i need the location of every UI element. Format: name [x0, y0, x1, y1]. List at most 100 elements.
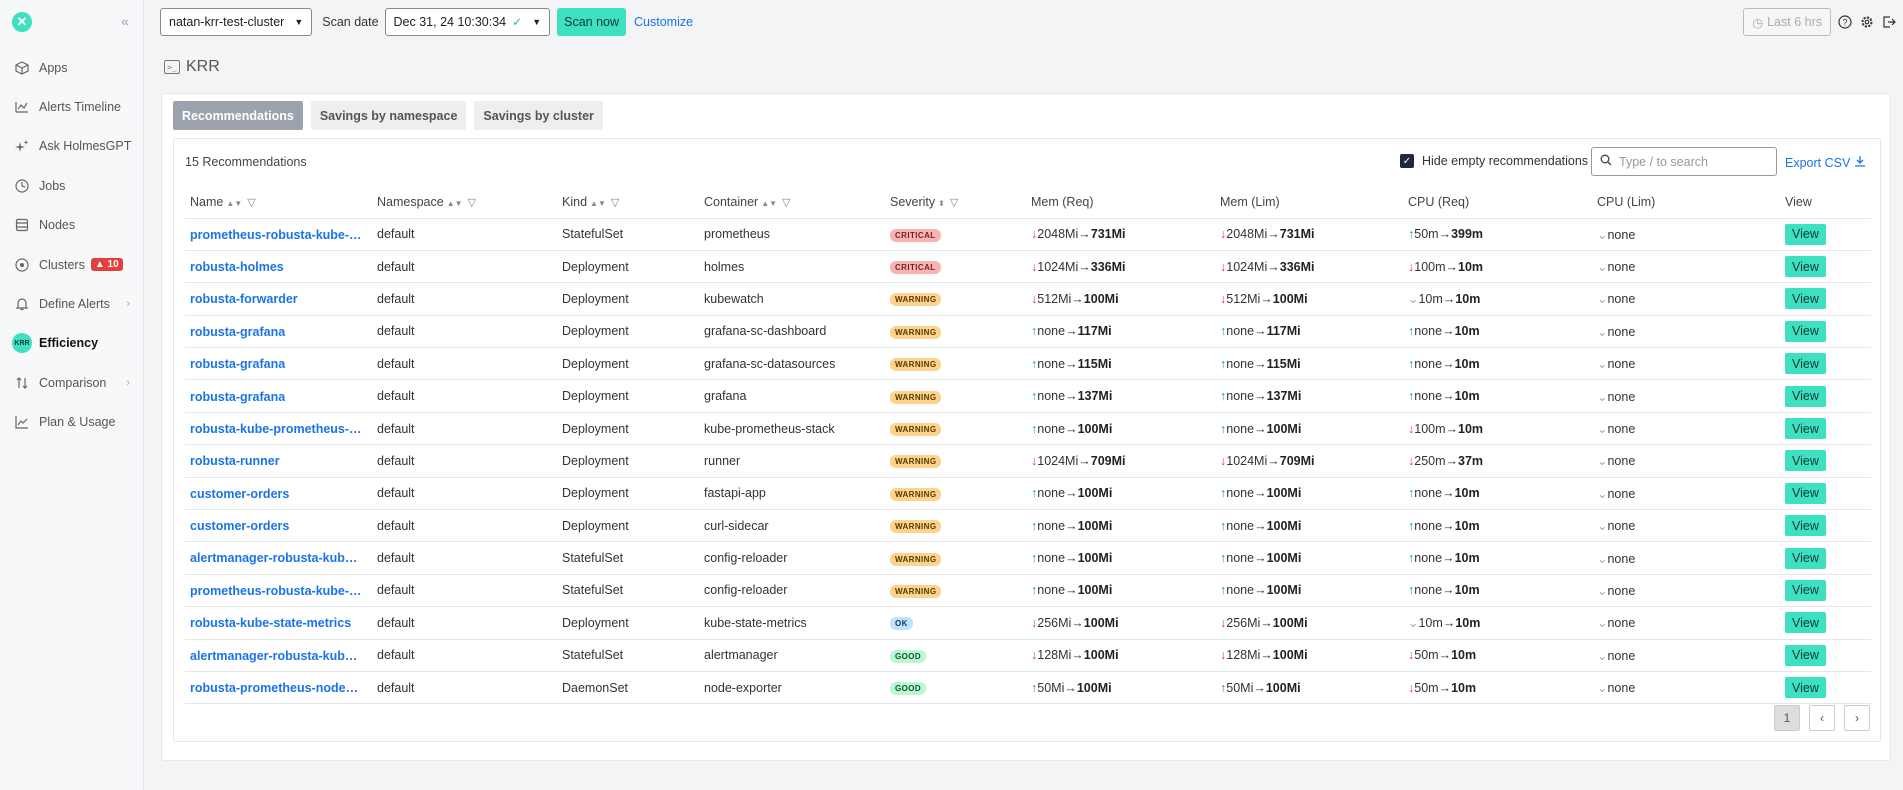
- cell-kind: Deployment: [557, 315, 699, 349]
- view-button[interactable]: View: [1785, 320, 1826, 342]
- workload-link[interactable]: robusta-forwarder: [190, 292, 298, 306]
- value-from: none: [1226, 551, 1255, 566]
- workload-link[interactable]: robusta-holmes: [190, 260, 284, 274]
- value-from: none: [1037, 551, 1066, 566]
- sidebar-item-clusters[interactable]: Clusters ▲ 10: [0, 245, 144, 284]
- column-header-container[interactable]: Container ▲▼ ▽: [699, 187, 885, 219]
- sidebar-item-label: Nodes: [39, 218, 76, 233]
- sort-icon[interactable]: ▲▼: [761, 199, 777, 208]
- sidebar-item-comparison[interactable]: Comparison ›: [0, 363, 144, 402]
- robusta-logo-icon[interactable]: ✕: [12, 12, 32, 32]
- view-button[interactable]: View: [1785, 579, 1826, 601]
- column-header-namespace[interactable]: Namespace ▲▼ ▽: [372, 187, 557, 219]
- view-button[interactable]: View: [1785, 288, 1826, 310]
- workload-link[interactable]: alertmanager-robusta-kube-...: [190, 649, 362, 663]
- view-button[interactable]: View: [1785, 256, 1826, 278]
- filter-icon[interactable]: ▽: [950, 197, 958, 209]
- sidebar-item-nodes[interactable]: Nodes: [0, 206, 144, 245]
- view-button[interactable]: View: [1785, 482, 1826, 504]
- value-to: 10m: [1454, 583, 1480, 598]
- help-icon[interactable]: ?: [1837, 14, 1853, 30]
- value-to: 100Mi: [1266, 583, 1302, 598]
- sidebar-item-apps[interactable]: Apps: [0, 48, 144, 87]
- export-csv-link[interactable]: Export CSV: [1785, 155, 1866, 170]
- tab-savings-by-namespace[interactable]: Savings by namespace: [310, 101, 467, 130]
- tab-savings-by-cluster[interactable]: Savings by cluster: [474, 101, 603, 130]
- view-button[interactable]: View: [1785, 644, 1826, 666]
- view-button[interactable]: View: [1785, 223, 1826, 245]
- view-button[interactable]: View: [1785, 353, 1826, 375]
- cell-mem-lim: ↓128Mi→100Mi: [1215, 639, 1403, 672]
- view-button[interactable]: View: [1785, 677, 1826, 699]
- arrow-right-icon: →: [1078, 227, 1091, 242]
- view-button[interactable]: View: [1785, 612, 1826, 634]
- time-range-button[interactable]: ◷ Last 6 hrs: [1743, 8, 1831, 36]
- sidebar-item-ask-holmesgpt[interactable]: Ask HolmesGPT: [0, 127, 144, 166]
- header-label: Container: [704, 195, 759, 210]
- collapse-sidebar-icon[interactable]: «: [121, 13, 129, 29]
- cell-container: grafana: [699, 379, 885, 413]
- checkbox-checked-icon[interactable]: ✓: [1400, 154, 1414, 168]
- no-change-icon: ⌄: [1597, 389, 1608, 404]
- workload-link[interactable]: alertmanager-robusta-kube-...: [190, 551, 362, 565]
- workload-link[interactable]: robusta-grafana: [190, 357, 285, 371]
- scan-date-select[interactable]: Dec 31, 24 10:30:34 ✓ ▼: [384, 8, 551, 36]
- workload-link[interactable]: customer-orders: [190, 487, 289, 501]
- arrow-right-icon: →: [1445, 453, 1459, 468]
- cell-container: config-reloader: [699, 541, 885, 575]
- column-header-severity[interactable]: Severity ⬍ ▽: [885, 187, 1026, 219]
- sort-icon[interactable]: ▲▼: [226, 199, 242, 208]
- workload-link[interactable]: robusta-prometheus-node-e...: [190, 681, 362, 695]
- workload-link[interactable]: robusta-grafana: [190, 325, 285, 339]
- cell-name: customer-orders: [185, 509, 372, 543]
- cluster-select[interactable]: natan-krr-test-cluster ▼: [160, 8, 313, 36]
- value-from: none: [1414, 486, 1443, 501]
- workload-link[interactable]: prometheus-robusta-kube-pr...: [190, 228, 362, 242]
- table-row: robusta-kube-state-metrics default Deploym…: [185, 606, 1871, 640]
- view-button[interactable]: View: [1785, 450, 1826, 472]
- value-cpu-lim: none: [1607, 357, 1636, 372]
- cell-cpu-req: ↓50m→10m: [1403, 639, 1592, 672]
- scan-now-button[interactable]: Scan now: [557, 8, 627, 36]
- view-button[interactable]: View: [1785, 547, 1826, 569]
- prev-page-button[interactable]: ‹: [1809, 705, 1835, 731]
- workload-link[interactable]: robusta-kube-state-metrics: [190, 616, 351, 630]
- filter-icon[interactable]: ▽: [247, 197, 255, 209]
- filter-icon[interactable]: ▽: [611, 197, 619, 209]
- sidebar-item-alerts-timeline[interactable]: Alerts Timeline: [0, 87, 144, 126]
- column-header-name[interactable]: Name ▲▼ ▽: [185, 187, 372, 219]
- value-from: none: [1414, 518, 1443, 533]
- filter-icon[interactable]: ▽: [782, 197, 790, 209]
- sort-icon[interactable]: ▲▼: [590, 199, 606, 208]
- workload-link[interactable]: robusta-kube-prometheus-st...: [190, 422, 362, 436]
- cell-name: robusta-runner: [185, 444, 372, 478]
- workload-link[interactable]: robusta-runner: [190, 454, 280, 468]
- gear-icon[interactable]: [1859, 14, 1875, 30]
- workload-link[interactable]: customer-orders: [190, 519, 289, 533]
- search-input[interactable]: Type / to search: [1591, 147, 1777, 176]
- cell-name: robusta-grafana: [185, 347, 372, 381]
- sidebar-item-plan-usage[interactable]: Plan & Usage: [0, 403, 144, 442]
- customize-link[interactable]: Customize: [634, 15, 693, 29]
- sort-icon[interactable]: ⬍: [938, 199, 945, 208]
- logout-icon[interactable]: [1881, 14, 1897, 30]
- severity-badge: GOOD: [890, 682, 927, 696]
- column-header-kind[interactable]: Kind ▲▼ ▽: [557, 187, 699, 219]
- workload-link[interactable]: robusta-grafana: [190, 390, 285, 404]
- sidebar-item-jobs[interactable]: Jobs: [0, 166, 144, 205]
- filter-icon[interactable]: ▽: [468, 197, 476, 209]
- sidebar-item-efficiency[interactable]: KRR Efficiency: [0, 324, 144, 363]
- view-button[interactable]: View: [1785, 515, 1826, 537]
- sidebar-item-define-alerts[interactable]: Define Alerts ›: [0, 284, 144, 323]
- view-button[interactable]: View: [1785, 418, 1826, 440]
- tab-recommendations[interactable]: Recommendations: [173, 101, 303, 130]
- next-page-button[interactable]: ›: [1844, 705, 1870, 731]
- cell-cpu-lim: ⌄none: [1592, 412, 1780, 446]
- sort-icon[interactable]: ▲▼: [447, 199, 463, 208]
- cell-kind: StatefulSet: [557, 218, 699, 251]
- page-button-current[interactable]: 1: [1774, 705, 1800, 731]
- view-button[interactable]: View: [1785, 385, 1826, 407]
- bell-icon: [14, 296, 30, 312]
- workload-link[interactable]: prometheus-robusta-kube-pr...: [190, 584, 362, 598]
- hide-empty-toggle[interactable]: ✓ Hide empty recommendations: [1400, 154, 1588, 168]
